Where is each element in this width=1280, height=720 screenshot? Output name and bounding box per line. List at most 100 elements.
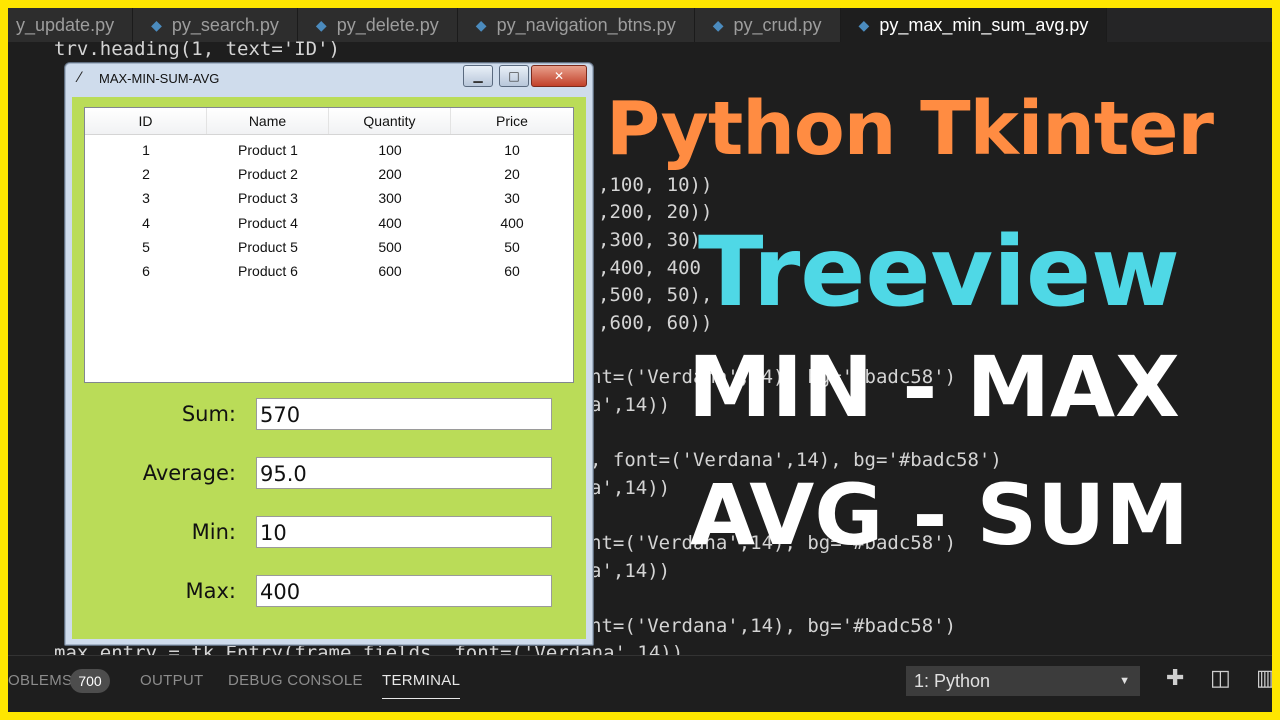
treeview[interactable]: ID Name Quantity Price 1 Product 1 100 1…	[84, 107, 574, 383]
split-terminal-icon[interactable]: ◫	[1210, 666, 1231, 691]
python-icon: ◆	[315, 16, 327, 33]
cell-name: Product 2	[238, 166, 298, 183]
problems-count-badge: 700	[70, 669, 110, 693]
chevron-down-icon: ▼	[1119, 675, 1130, 687]
average-entry[interactable]	[256, 457, 552, 489]
tab-label: py_delete.py	[336, 14, 439, 35]
window-title: MAX-MIN-SUM-AVG	[99, 71, 220, 86]
cell-quantity: 500	[378, 238, 402, 255]
code-line-avg-entry: a',14))	[590, 477, 671, 499]
cell-name: Product 4	[238, 214, 298, 231]
cell-name: Product 1	[238, 142, 298, 158]
tab-update[interactable]: y_update.py	[8, 8, 134, 42]
tab-max-min-sum-avg[interactable]: ◆ py_max_min_sum_avg.py	[840, 8, 1108, 42]
trash-icon[interactable]: ▥	[1256, 666, 1272, 691]
column-header-price[interactable]: Price	[451, 108, 573, 134]
cell-quantity: 400	[378, 214, 402, 231]
code-line-insert: ,300, 30)	[598, 229, 701, 251]
table-row[interactable]: 4 Product 4 400 400	[85, 211, 573, 235]
max-label: Max:	[185, 579, 237, 603]
sum-entry[interactable]	[256, 398, 552, 430]
code-line-insert: ,500, 50),	[598, 284, 713, 306]
tab-label: py_crud.py	[733, 14, 822, 35]
python-icon: ◆	[858, 16, 870, 33]
cell-id: 1	[142, 142, 150, 158]
tab-label: py_navigation_btns.py	[496, 14, 676, 35]
window-titlebar[interactable]: ⁄ MAX-MIN-SUM-AVG ▁ □ ✕	[65, 63, 593, 93]
cell-price: 400	[500, 214, 524, 231]
tk-window: ⁄ MAX-MIN-SUM-AVG ▁ □ ✕ ID Name Quantity…	[64, 62, 594, 646]
tk-feather-icon: ⁄	[78, 70, 81, 86]
code-line-sum-entry: a',14))	[590, 394, 671, 416]
code-line-insert: ,400, 400	[598, 257, 701, 279]
headline-python-tkinter: Python Tkinter	[606, 86, 1214, 172]
min-field-row: Min:	[72, 516, 586, 550]
close-button[interactable]: ✕	[531, 65, 587, 87]
code-line-insert: ,200, 20))	[598, 201, 713, 223]
table-row[interactable]: 3 Product 3 300 30	[85, 186, 573, 210]
average-field-row: Average:	[72, 457, 586, 491]
headline-treeview: Treeview	[698, 216, 1180, 328]
tab-output[interactable]: OUTPUT	[140, 672, 203, 689]
cell-price: 10	[504, 142, 520, 158]
python-icon: ◆	[151, 16, 162, 33]
tab-label: py_max_min_sum_avg.py	[879, 14, 1089, 35]
tab-label: py_search.py	[171, 14, 279, 35]
minimize-button[interactable]: ▁	[463, 65, 493, 87]
treeview-header: ID Name Quantity Price	[85, 108, 573, 135]
code-line-max-label: nt=('Verdana',14), bg='#badc58')	[590, 615, 957, 637]
cell-price: 20	[504, 166, 520, 183]
table-row[interactable]: 5 Product 5 500 50	[85, 235, 573, 259]
min-label: Min:	[191, 520, 236, 544]
terminal-select[interactable]: 1: Python ▼	[906, 666, 1140, 696]
bottom-panel: OBLEMS 700 OUTPUT DEBUG CONSOLE TERMINAL…	[8, 655, 1272, 712]
sum-field-row: Sum:	[72, 398, 586, 432]
min-entry[interactable]	[256, 516, 552, 548]
table-row[interactable]: 2 Product 2 200 20	[85, 162, 573, 186]
cell-name: Product 3	[238, 190, 298, 207]
cell-quantity: 600	[378, 262, 402, 279]
sum-label: Sum:	[181, 402, 236, 426]
average-label: Average:	[142, 461, 236, 485]
tab-delete[interactable]: ◆ py_delete.py	[297, 8, 458, 42]
headline-min-max: MIN - MAX	[688, 338, 1180, 436]
treeview-rows: 1 Product 1 100 10 2 Product 2 200 20 3 …	[85, 138, 573, 283]
table-row[interactable]: 1 Product 1 100 10	[85, 138, 573, 162]
python-icon: ◆	[475, 16, 487, 33]
tab-debug-console[interactable]: DEBUG CONSOLE	[228, 672, 363, 689]
code-line-insert: ,600, 60))	[598, 312, 713, 334]
add-terminal-icon[interactable]: ✚	[1166, 666, 1184, 691]
tab-crud[interactable]: ◆ py_crud.py	[694, 8, 841, 42]
tab-navigation-btns[interactable]: ◆ py_navigation_btns.py	[457, 8, 695, 42]
cell-name: Product 6	[238, 262, 298, 279]
cell-price: 30	[504, 190, 520, 207]
cell-name: Product 5	[238, 238, 298, 255]
cell-id: 5	[142, 238, 150, 255]
headline-avg-sum: AVG - SUM	[690, 466, 1189, 564]
tab-problems[interactable]: OBLEMS	[8, 672, 72, 689]
cell-id: 2	[142, 166, 150, 183]
cell-id: 6	[142, 262, 150, 279]
cell-quantity: 100	[378, 142, 402, 158]
cell-price: 60	[504, 262, 520, 279]
column-header-name[interactable]: Name	[207, 108, 329, 134]
tab-terminal[interactable]: TERMINAL	[382, 672, 461, 699]
code-line-min-entry: a',14))	[590, 560, 671, 582]
tab-search[interactable]: ◆ py_search.py	[133, 8, 298, 42]
maximize-button[interactable]: □	[499, 65, 529, 87]
cell-quantity: 300	[378, 190, 402, 207]
window-client-area: ID Name Quantity Price 1 Product 1 100 1…	[72, 97, 586, 639]
code-line-heading: trv.heading(1, text='ID')	[54, 38, 340, 60]
tab-label: y_update.py	[16, 14, 115, 35]
editor-tab-bar: y_update.py ◆ py_search.py ◆ py_delete.py …	[8, 8, 1272, 42]
column-header-quantity[interactable]: Quantity	[329, 108, 451, 134]
cell-price: 50	[504, 238, 520, 255]
cell-id: 3	[142, 190, 150, 207]
python-icon: ◆	[712, 16, 724, 33]
max-entry[interactable]	[256, 575, 552, 607]
terminal-select-value: 1: Python	[914, 670, 991, 691]
table-row[interactable]: 6 Product 6 600 60	[85, 259, 573, 283]
column-header-id[interactable]: ID	[85, 108, 207, 134]
code-line-insert: ,100, 10))	[598, 174, 713, 196]
max-field-row: Max:	[72, 575, 586, 609]
